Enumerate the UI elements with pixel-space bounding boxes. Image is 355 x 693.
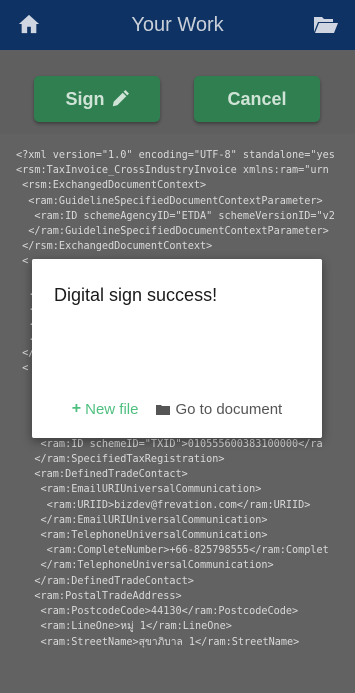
plus-icon: +	[71, 400, 82, 417]
page-title: Your Work	[131, 14, 224, 36]
sign-button[interactable]: Sign	[34, 76, 160, 122]
xml-line: <ram:PostcodeCode>44130</ram:PostcodeCod…	[16, 606, 299, 618]
xml-line: <ram:DefinedTradeContact>	[16, 469, 188, 481]
xml-line: <ram:ID schemeID="TXID">0105556003831000…	[16, 438, 323, 450]
xml-line: <ram:EmailURIUniversalCommunication>	[16, 484, 262, 496]
cancel-button[interactable]: Cancel	[194, 76, 320, 122]
new-file-label: New file	[85, 400, 139, 418]
action-toolbar: Sign Cancel	[0, 50, 355, 138]
go-to-document-label: Go to document	[175, 400, 283, 418]
xml-line: <	[16, 256, 29, 268]
go-to-document-button[interactable]: Go to document	[156, 401, 282, 418]
app-header: Your Work	[0, 0, 355, 50]
xml-line: </rsm:ExchangedDocumentContext>	[16, 241, 213, 253]
xml-line: <?xml version="1.0" encoding="UTF-8" sta…	[16, 150, 335, 161]
xml-line: <ram:TelephoneUniversalCommunication>	[16, 530, 268, 542]
new-file-button[interactable]: + New file	[72, 400, 139, 418]
xml-line: </ram:EmailURIUniversalCommunication>	[16, 514, 268, 526]
xml-line: <ram:CompleteNumber>+66-825798555</ram:C…	[16, 545, 329, 557]
xml-line: <ram:LineOne>หมู่ 1</ram:LineOne>	[16, 621, 232, 633]
xml-line: </ram:GuidelineSpecifiedDocumentContextP…	[16, 226, 329, 238]
folder-open-icon[interactable]	[313, 14, 339, 34]
xml-line: </ram:TelephoneUniversalCommunication>	[16, 560, 274, 572]
xml-line: <rsm:TaxInvoice_CrossIndustryInvoice xml…	[16, 165, 329, 177]
xml-line: <ram:URIID>bizdev@frevation.com</ram:URI…	[16, 499, 311, 511]
xml-line: </ram:DefinedTradeContact>	[16, 575, 194, 587]
sign-button-label: Sign	[65, 88, 105, 109]
dialog-message: Digital sign success!	[54, 285, 218, 305]
folder-icon	[156, 404, 171, 415]
cancel-button-label: Cancel	[227, 88, 287, 109]
xml-line: </ram:SpecifiedTaxRegistration>	[16, 454, 225, 466]
dialog-actions: + New file Go to document	[32, 398, 322, 420]
success-dialog: Digital sign success! + New file Go to d…	[32, 259, 322, 438]
xml-line: <ram:ID schemeAgencyID="ETDA" schemeVers…	[16, 210, 335, 222]
pencil-icon	[112, 90, 129, 107]
xml-line: <	[16, 362, 29, 374]
xml-line: <rsm:ExchangedDocumentContext>	[16, 180, 207, 192]
xml-line: <ram:StreetName>สุขาภิบาล 1</ram:StreetN…	[16, 636, 300, 648]
xml-line: <ram:PostalTradeAddress>	[16, 590, 182, 602]
xml-line: <ram:GuidelineSpecifiedDocumentContextPa…	[16, 195, 323, 207]
